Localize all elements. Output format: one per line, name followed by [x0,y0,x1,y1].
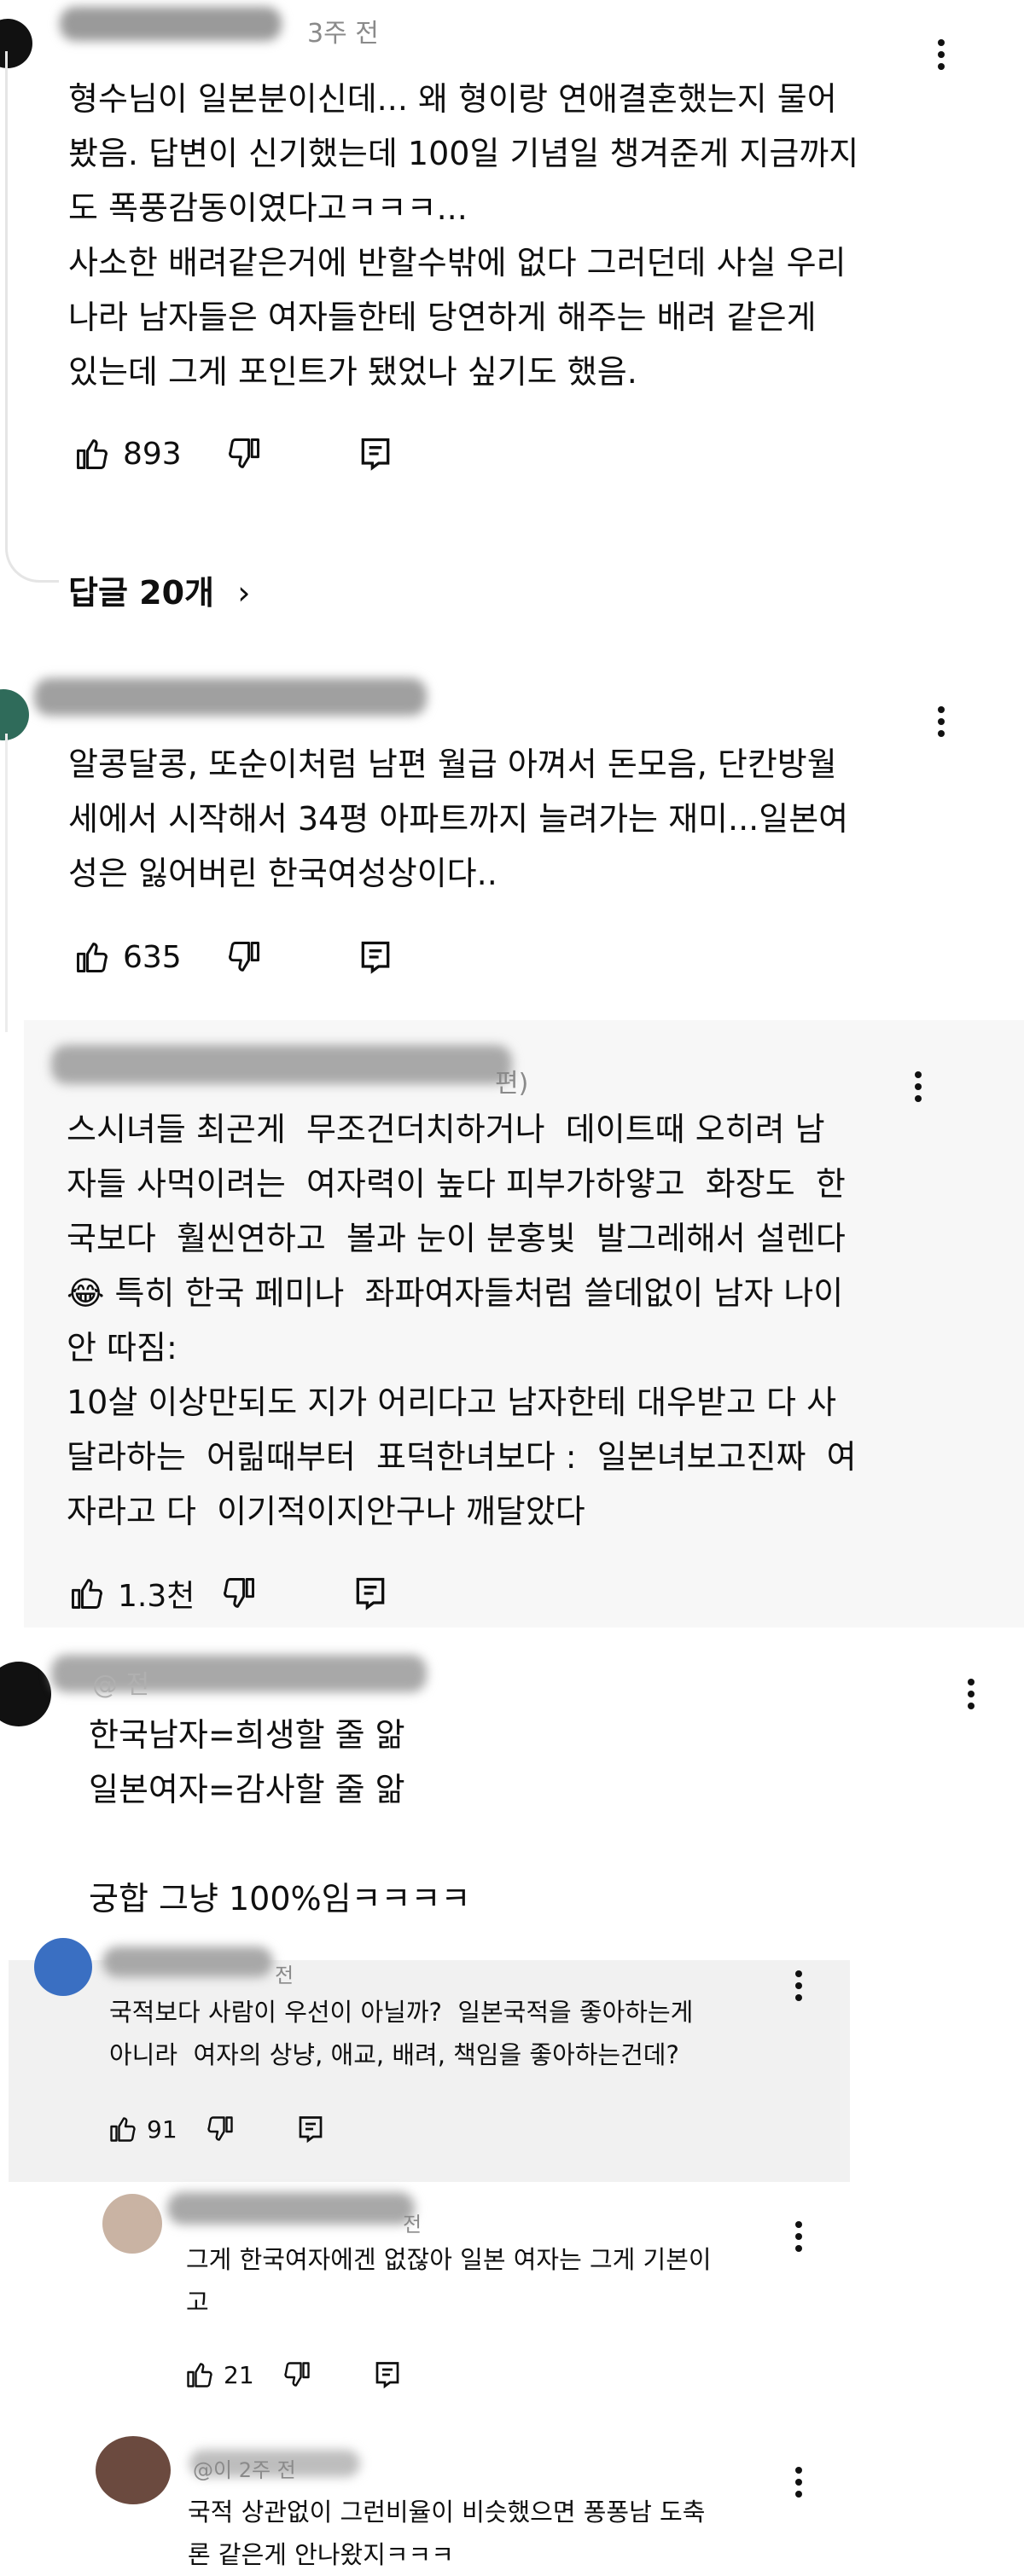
comment-time: 3주 전 [307,19,379,49]
reply-icon[interactable] [352,1575,389,1612]
dislike-icon[interactable] [205,2114,236,2144]
dislike-icon[interactable] [282,2359,312,2390]
username-redacted [167,2192,415,2225]
reply-icon[interactable] [357,938,394,976]
dislike-icon[interactable] [225,938,263,976]
reply-icon[interactable] [295,2114,326,2144]
like-count: 635 [123,939,182,975]
replies-toggle[interactable]: 답글 20개 › [68,566,250,613]
comment-time: 전 [403,2213,422,2237]
avatar[interactable] [96,2436,171,2504]
avatar[interactable] [0,689,29,740]
comment-time: @이 2주 전 [193,2458,296,2482]
thread-line [5,734,8,1032]
comment-text: 형수님이 일본분이신데... 왜 형이랑 연애결혼했는지 물어 봤음. 답변이 … [68,80,859,391]
like-icon[interactable] [73,435,111,473]
comment-time: 편) [495,1069,529,1099]
dislike-icon[interactable] [225,435,263,473]
comment-actions: 21 [184,2359,403,2390]
comment-time: 전 [275,1964,294,1987]
comment-text: 스시녀들 최곤게 무조건더치하거나 데이트때 오히려 남 자들 사먹이려는 여자… [67,1111,857,1530]
like-icon[interactable] [184,2359,215,2390]
reply-icon[interactable] [357,435,394,473]
like-icon[interactable] [68,1575,106,1612]
username-redacted [102,1947,273,1977]
comment-text: 국적보다 사람이 우선이 아닐까? 일본국적을 좋아하는게 아니라 여자의 상냥… [109,1998,694,2069]
like-count: 1.3천 [118,1579,195,1614]
dislike-icon[interactable] [220,1575,258,1612]
comment-actions: 91 [108,2114,326,2144]
username-redacted [34,678,427,716]
username-redacted [60,7,282,41]
chevron-right-icon: › [237,574,251,612]
comment-actions: 635 [73,938,394,976]
replies-count: 답글 20개 [68,574,214,612]
reply-icon[interactable] [372,2359,403,2390]
more-options-icon[interactable] [933,39,950,75]
like-count: 91 [147,2115,177,2144]
more-options-icon[interactable] [963,1679,980,1714]
comment-text: 알콩달콩, 또순이처럼 남편 월급 아껴서 돈모음, 단칸방월 세에서 시작해서… [68,746,849,892]
comment-actions: 1.3천 [68,1571,389,1616]
comment-text: 그게 한국여자에겐 없잖아 일본 여자는 그게 기본이 고 [186,2245,712,2317]
like-icon[interactable] [73,938,111,976]
avatar[interactable] [34,1938,92,1996]
comment-text: 한국남자=희생할 줄 앎 일본여자=감사할 줄 앎 궁합 그냥 100%임ㅋㅋㅋ… [89,1716,471,1917]
avatar[interactable] [0,1662,51,1726]
comment-text: 국적 상관없이 그런비율이 비슷했으면 퐁퐁남 도축 론 같은게 안나왔지ㅋㅋㅋ [188,2498,706,2569]
like-icon[interactable] [108,2114,138,2144]
avatar[interactable] [102,2194,162,2254]
comment-time: @ 전 [92,1670,150,1700]
like-count: 893 [123,436,182,472]
like-count: 21 [224,2360,254,2389]
thread-line [5,51,59,583]
comment-actions: 893 [73,435,394,473]
username-redacted [51,1045,512,1084]
